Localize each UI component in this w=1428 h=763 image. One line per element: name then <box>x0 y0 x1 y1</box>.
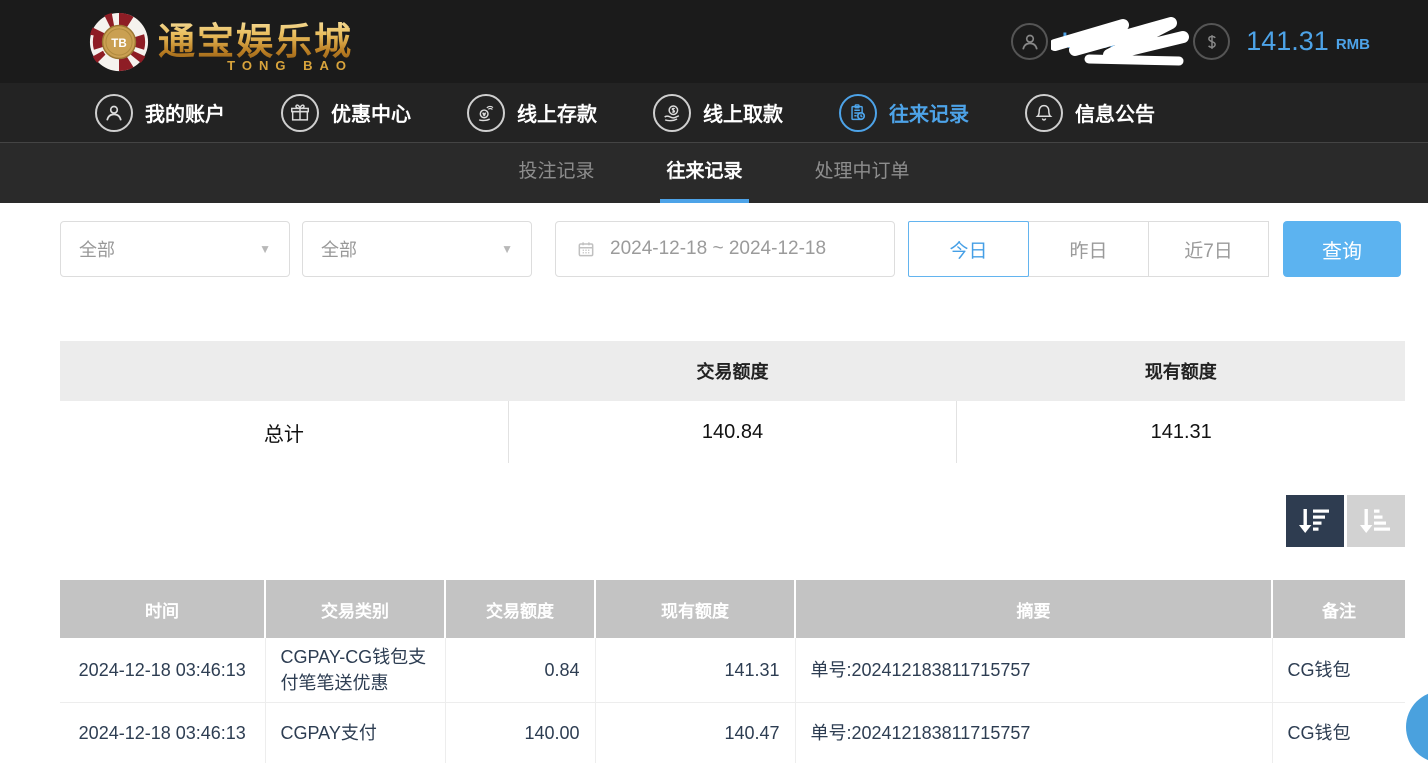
top-bar: TB 通宝娱乐城 TONG BAO bc7325 <box>0 0 1428 83</box>
account-balance[interactable]: 141.31 RMB <box>1193 23 1370 60</box>
cell-summary: 单号:202412183811715757 <box>795 638 1272 703</box>
chip-badge-text: TB <box>111 36 126 49</box>
cell-balance: 140.47 <box>595 703 795 763</box>
tab-transaction-records[interactable]: 往来记录 <box>660 143 748 203</box>
col-header-note: 备注 <box>1272 580 1405 638</box>
chevron-down-icon: ▼ <box>501 242 513 256</box>
user-icon <box>1011 23 1048 60</box>
cell-category: CGPAY支付 <box>265 703 445 763</box>
cell-amount: 140.00 <box>445 703 595 763</box>
table-row: 2024-12-18 03:46:13 CGPAY-CG钱包支付笔笔送优惠 0.… <box>60 638 1405 703</box>
account-username[interactable]: bc7325 <box>1011 23 1133 60</box>
nav-item-my-account[interactable]: 我的账户 <box>95 94 225 132</box>
transaction-category-select[interactable]: 全部 ▼ <box>302 221 532 277</box>
tab-pending-orders[interactable]: 处理中订单 <box>809 143 916 203</box>
tab-betting-records[interactable]: 投注记录 <box>512 143 600 203</box>
col-header-time: 时间 <box>60 580 265 638</box>
summary-header-transaction: 交易额度 <box>508 341 956 401</box>
summary-transaction-total: 140.84 <box>508 401 957 463</box>
brand-name-cn: 通宝娱乐城 <box>158 11 353 65</box>
bell-icon <box>1025 94 1063 132</box>
username-text: bc7325 <box>1062 30 1133 54</box>
transactions-table: 时间 交易类别 交易额度 现有额度 摘要 备注 2024-12-18 03:46… <box>60 580 1405 763</box>
filter-row: 全部 ▼ 全部 ▼ 2024-12-18 ~ 2024-12-18 今日 昨日 … <box>60 221 1405 277</box>
cell-category: CGPAY-CG钱包支付笔笔送优惠 <box>265 638 445 703</box>
table-row: 2024-12-18 03:46:13 CGPAY支付 140.00 140.4… <box>60 703 1405 763</box>
brand-logo[interactable]: TB 通宝娱乐城 TONG BAO <box>88 11 353 73</box>
nav-item-withdraw[interactable]: 线上取款 <box>653 94 783 132</box>
cell-time: 2024-12-18 03:46:13 <box>60 638 265 703</box>
records-clipboard-clock-icon <box>839 94 877 132</box>
main-nav: 我的账户 优惠中心 线上存款 <box>0 83 1428 143</box>
deposit-hand-coin-icon <box>467 94 505 132</box>
balance-amount: 141.31 <box>1246 26 1329 57</box>
cell-note: CG钱包 <box>1272 703 1405 763</box>
transaction-type-select[interactable]: 全部 ▼ <box>60 221 290 277</box>
summary-table: 交易额度 现有额度 总计 140.84 141.31 <box>60 341 1405 463</box>
nav-item-deposit[interactable]: 线上存款 <box>467 94 597 132</box>
summary-header-empty <box>60 341 508 401</box>
date-range-input[interactable]: 2024-12-18 ~ 2024-12-18 <box>555 221 895 277</box>
col-header-category: 交易类别 <box>265 580 445 638</box>
chevron-down-icon: ▼ <box>259 242 271 256</box>
col-header-balance: 现有额度 <box>595 580 795 638</box>
cell-time: 2024-12-18 03:46:13 <box>60 703 265 763</box>
table-header-row: 时间 交易类别 交易额度 现有额度 摘要 备注 <box>60 580 1405 638</box>
withdraw-hand-coin-icon <box>653 94 691 132</box>
cell-summary: 单号:202412183811715757 <box>795 703 1272 763</box>
today-button[interactable]: 今日 <box>908 221 1029 277</box>
cell-note: CG钱包 <box>1272 638 1405 703</box>
date-range-value: 2024-12-18 ~ 2024-12-18 <box>610 238 826 260</box>
summary-header-balance: 现有额度 <box>957 341 1405 401</box>
records-tab-bar: 投注记录 往来记录 处理中订单 <box>0 143 1428 203</box>
search-button[interactable]: 查询 <box>1283 221 1401 277</box>
floating-service-button[interactable] <box>1406 691 1428 763</box>
summary-total-label: 总计 <box>60 401 508 463</box>
quick-date-group: 今日 昨日 近7日 <box>908 221 1269 277</box>
user-icon <box>95 94 133 132</box>
last7days-button[interactable]: 近7日 <box>1148 221 1269 277</box>
balance-currency: RMB <box>1336 36 1370 53</box>
sort-descending-button[interactable] <box>1286 495 1344 547</box>
nav-item-promotions[interactable]: 优惠中心 <box>281 94 411 132</box>
summary-balance-total: 141.31 <box>956 401 1405 463</box>
calendar-icon <box>576 239 596 259</box>
dollar-coin-icon <box>1193 23 1230 60</box>
sort-ascending-button[interactable] <box>1347 495 1405 547</box>
sort-controls <box>60 495 1405 547</box>
cell-amount: 0.84 <box>445 638 595 703</box>
col-header-amount: 交易额度 <box>445 580 595 638</box>
nav-item-announcements[interactable]: 信息公告 <box>1025 94 1155 132</box>
casino-chip-icon: TB <box>88 11 150 73</box>
col-header-summary: 摘要 <box>795 580 1272 638</box>
yesterday-button[interactable]: 昨日 <box>1028 221 1149 277</box>
nav-item-records[interactable]: 往来记录 <box>839 94 969 132</box>
cell-balance: 141.31 <box>595 638 795 703</box>
gift-icon <box>281 94 319 132</box>
